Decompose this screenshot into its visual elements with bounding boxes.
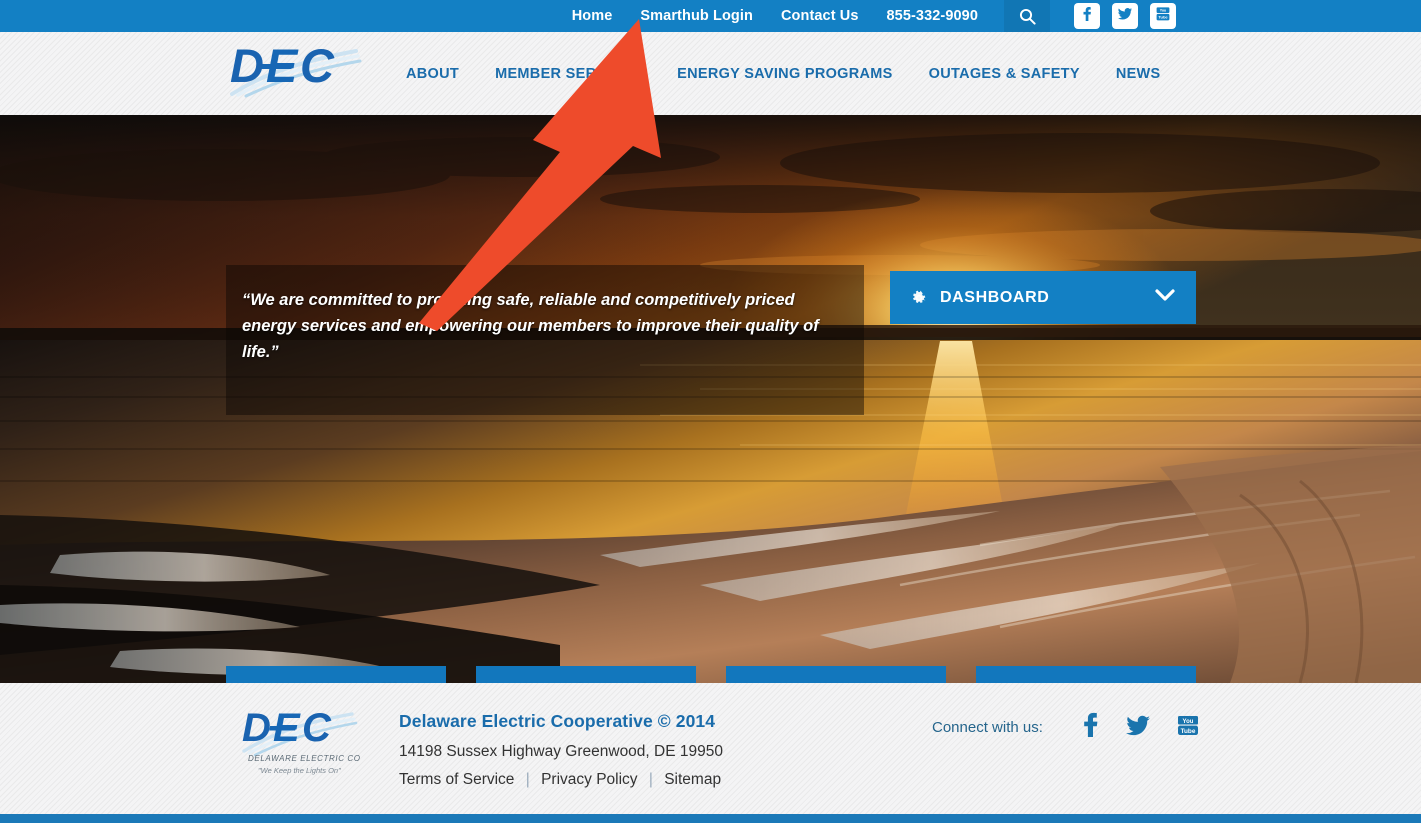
svg-text:D: D	[242, 706, 270, 750]
dashboard-button[interactable]: DASHBOARD	[890, 271, 1196, 324]
site-logo[interactable]: D E C	[228, 38, 368, 100]
hero-section: “We are committed to providing safe, rel…	[0, 115, 1421, 683]
top-facebook-button[interactable]	[1074, 3, 1100, 29]
hero-quote-box: “We are committed to providing safe, rel…	[226, 265, 864, 415]
svg-text:You: You	[1182, 719, 1193, 725]
card-manage-energy-use[interactable]: Manage Energy Use	[726, 666, 946, 683]
footer-youtube-button[interactable]: You Tube	[1175, 712, 1201, 743]
top-link-phone[interactable]: 855-332-9090	[873, 0, 993, 32]
search-button[interactable]	[1004, 0, 1050, 32]
quick-access-cards: Pay Your Bill DEC Beat the Peak	[226, 666, 1196, 683]
top-utility-bar: Home Smarthub Login Contact Us 855-332-9…	[0, 0, 1421, 32]
svg-text:You: You	[1160, 8, 1167, 12]
footer-logo-slogan: "We Keep the Lights On"	[258, 766, 341, 775]
facebook-icon	[1081, 712, 1101, 742]
footer-connect-block: Connect with us: You Tube	[932, 712, 1201, 743]
nav-energy-saving-programs[interactable]: ENERGY SAVING PROGRAMS	[677, 66, 893, 82]
top-twitter-button[interactable]	[1112, 3, 1138, 29]
chevron-down-icon	[1154, 288, 1176, 307]
top-link-contact-us[interactable]: Contact Us	[767, 0, 873, 32]
twitter-icon	[1125, 715, 1151, 742]
nav-about[interactable]: ABOUT	[406, 66, 459, 82]
dashboard-button-label: DASHBOARD	[940, 288, 1050, 306]
card-pay-your-bill[interactable]: Pay Your Bill DEC	[226, 666, 446, 683]
footer-facebook-button[interactable]	[1081, 712, 1101, 743]
nav-outages-safety[interactable]: OUTAGES & SAFETY	[929, 66, 1080, 82]
nav-news[interactable]: NEWS	[1116, 66, 1161, 82]
top-link-smarthub-login[interactable]: Smarthub Login	[626, 0, 767, 32]
footer-company-name: Delaware Electric Cooperative © 2014	[399, 711, 716, 731]
site-footer: D E C DELAWARE ELECTRIC CO-OP "We Keep t…	[0, 683, 1421, 814]
svg-text:C: C	[300, 39, 335, 92]
top-youtube-button[interactable]: You Tube	[1150, 3, 1176, 29]
footer-link-sitemap[interactable]: Sitemap	[664, 771, 721, 788]
nav-member-services[interactable]: MEMBER SERVICES	[495, 66, 641, 82]
card-beat-the-peak[interactable]: Beat the Peak	[476, 666, 696, 683]
connect-with-us-label: Connect with us:	[932, 719, 1043, 736]
svg-text:Tube: Tube	[1158, 14, 1168, 19]
svg-text:Tube: Tube	[1180, 728, 1195, 735]
footer-links: Terms of Service | Privacy Policy | Site…	[399, 771, 723, 789]
twitter-icon	[1117, 6, 1133, 27]
facebook-icon	[1079, 6, 1095, 27]
gear-icon	[910, 289, 928, 307]
page-root: Home Smarthub Login Contact Us 855-332-9…	[0, 0, 1421, 823]
footer-address: 14198 Sussex Highway Greenwood, DE 19950	[399, 743, 723, 760]
site-header: D E C ABOUT MEMBER SERVICES ENERGY SAVIN…	[0, 32, 1421, 115]
top-link-home[interactable]: Home	[558, 0, 627, 32]
top-utility-bar-inner: Home Smarthub Login Contact Us 855-332-9…	[558, 0, 1421, 32]
youtube-icon: You Tube	[1175, 716, 1201, 742]
footer-bottom-bar	[0, 814, 1421, 823]
footer-link-separator: |	[525, 771, 530, 788]
main-navigation: ABOUT MEMBER SERVICES ENERGY SAVING PROG…	[406, 32, 1161, 115]
svg-text:C: C	[302, 706, 332, 750]
footer-text-block: Delaware Electric Cooperative © 2014 141…	[399, 711, 723, 789]
search-icon	[1019, 8, 1036, 25]
footer-logo: D E C DELAWARE ELECTRIC CO-OP "We Keep t…	[240, 703, 376, 783]
footer-link-terms-of-service[interactable]: Terms of Service	[399, 771, 514, 788]
svg-text:D: D	[230, 39, 263, 92]
footer-twitter-button[interactable]	[1125, 712, 1151, 743]
youtube-icon: You Tube	[1155, 6, 1171, 27]
card-outage-center[interactable]: Outage Center	[976, 666, 1196, 683]
footer-social-links: You Tube	[1081, 712, 1201, 743]
hero-quote-text: “We are committed to providing safe, rel…	[242, 291, 819, 361]
footer-logo-tagline: DELAWARE ELECTRIC CO-OP	[248, 754, 360, 763]
footer-link-separator: |	[648, 771, 653, 788]
top-social-links: You Tube	[1074, 3, 1176, 29]
footer-link-privacy-policy[interactable]: Privacy Policy	[541, 771, 637, 788]
